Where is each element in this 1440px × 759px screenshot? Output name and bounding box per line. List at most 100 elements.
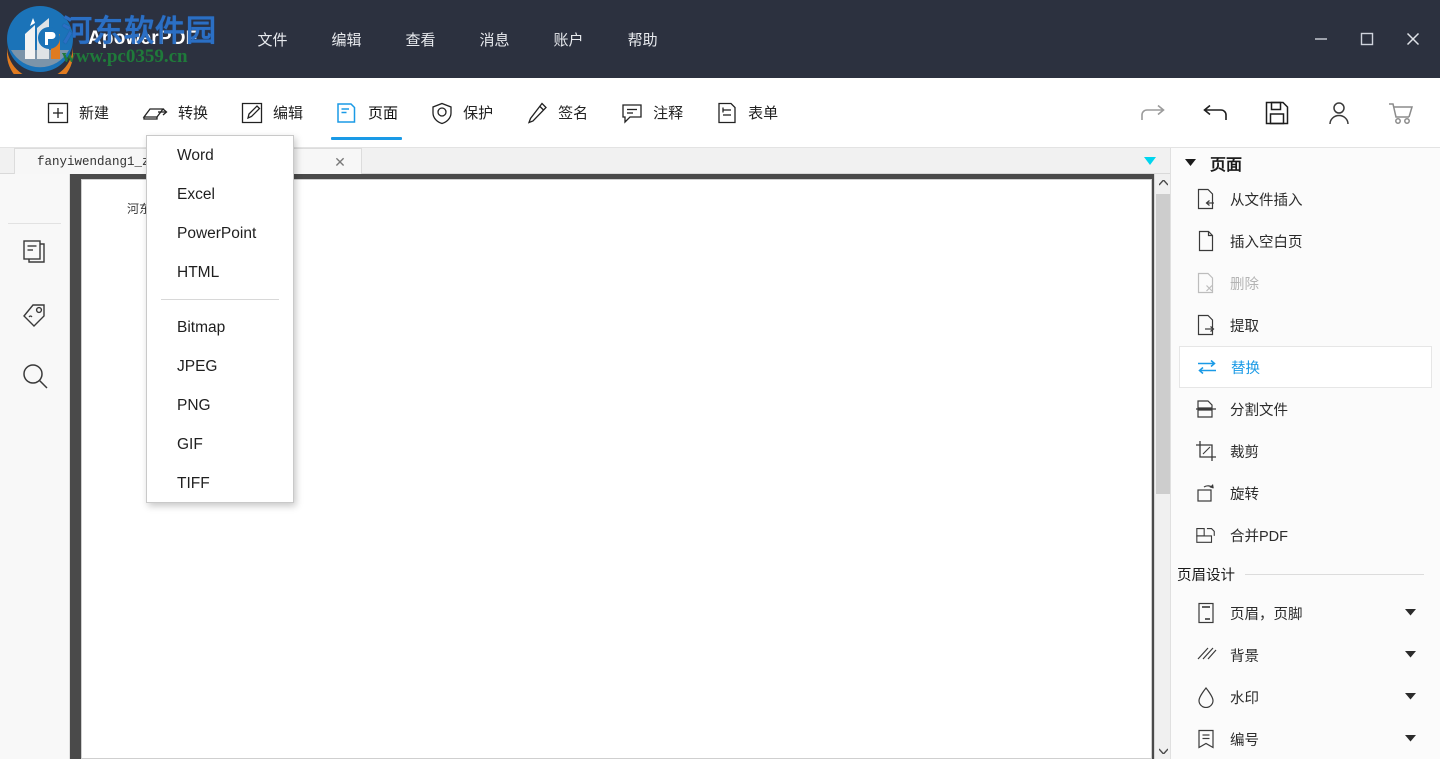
- panel-item-watermark[interactable]: 水印: [1171, 676, 1440, 718]
- panel-item-rotate[interactable]: 旋转: [1171, 472, 1440, 514]
- ribbon-tab-protect-label: 保护: [463, 102, 493, 123]
- menu-option-png[interactable]: PNG: [147, 386, 293, 425]
- panel-header[interactable]: 页面: [1171, 148, 1440, 178]
- menu-option-gif[interactable]: GIF: [147, 425, 293, 464]
- header-footer-icon: [1195, 602, 1217, 624]
- panel-item-label: 提取: [1230, 315, 1259, 336]
- numbering-icon: [1195, 728, 1217, 750]
- pen-icon: [525, 101, 549, 125]
- save-icon[interactable]: [1260, 96, 1294, 130]
- panel-item-label: 旋转: [1230, 483, 1259, 504]
- background-icon: [1195, 644, 1217, 666]
- cart-icon[interactable]: [1384, 96, 1418, 130]
- panel-item-label: 插入空白页: [1230, 231, 1303, 252]
- close-icon[interactable]: ✕: [331, 153, 349, 171]
- chevron-down-icon[interactable]: [1405, 609, 1416, 616]
- ribbon-tab-comment[interactable]: 注释: [604, 83, 699, 143]
- ribbon-tabs: 新建 转换: [30, 83, 794, 143]
- section-header-header-design: 页眉设计: [1171, 556, 1440, 592]
- panel-item-label: 删除: [1230, 273, 1259, 294]
- panel-item-merge-pdf[interactable]: 合并PDF: [1171, 514, 1440, 556]
- menu-item-view[interactable]: 查看: [384, 23, 458, 56]
- menu-option-html[interactable]: HTML: [147, 253, 293, 292]
- chevron-down-icon[interactable]: [1185, 159, 1196, 167]
- menu-item-edit[interactable]: 编辑: [310, 23, 384, 56]
- app-title: ApowerPDF: [88, 28, 197, 50]
- panel-item-replace[interactable]: 替换: [1179, 346, 1432, 388]
- panel-item-split-file[interactable]: 分割文件: [1171, 388, 1440, 430]
- ribbon-tab-protect[interactable]: 保护: [414, 83, 509, 143]
- maximize-button[interactable]: [1344, 19, 1390, 59]
- search-icon[interactable]: [0, 348, 70, 404]
- redo-icon[interactable]: [1136, 96, 1170, 130]
- menu-item-help[interactable]: 帮助: [606, 23, 680, 56]
- page-tools-panel: 页面 从文件插入 插入空白页 删除 提取: [1170, 148, 1440, 759]
- menu-option-bitmap[interactable]: Bitmap: [147, 308, 293, 347]
- section-divider: [1245, 574, 1424, 575]
- bookmark-tag-icon[interactable]: [0, 286, 70, 342]
- panel-item-header-footer[interactable]: 页眉，页脚: [1171, 592, 1440, 634]
- rotate-icon: [1195, 482, 1217, 504]
- menu-item-account[interactable]: 账户: [532, 23, 606, 56]
- scroll-up-icon[interactable]: [1155, 174, 1171, 191]
- panel-item-crop[interactable]: 裁剪: [1171, 430, 1440, 472]
- undo-icon[interactable]: [1198, 96, 1232, 130]
- menu-bar: 文件 编辑 查看 消息 账户 帮助: [235, 23, 679, 56]
- menu-option-word[interactable]: Word: [147, 136, 293, 175]
- merge-pdf-icon: [1195, 524, 1217, 546]
- convert-dropdown-menu[interactable]: Word Excel PowerPoint HTML Bitmap JPEG P…: [146, 135, 294, 503]
- menu-option-tiff[interactable]: TIFF: [147, 464, 293, 503]
- panel-item-label: 替换: [1231, 357, 1260, 378]
- thumbnails-icon[interactable]: [0, 224, 70, 280]
- panel-item-label: 裁剪: [1230, 441, 1259, 462]
- minimize-button[interactable]: [1298, 19, 1344, 59]
- panel-item-extract[interactable]: 提取: [1171, 304, 1440, 346]
- menu-option-jpeg[interactable]: JPEG: [147, 347, 293, 386]
- ribbon-tab-convert[interactable]: 转换: [125, 83, 224, 143]
- convert-icon: [141, 101, 169, 125]
- active-tab-underline: [331, 137, 402, 140]
- scrollbar-thumb[interactable]: [1156, 194, 1170, 494]
- close-button[interactable]: [1390, 19, 1436, 59]
- ribbon-tab-comment-label: 注释: [653, 102, 683, 123]
- split-file-icon: [1195, 398, 1217, 420]
- panel-item-numbering[interactable]: 编号: [1171, 718, 1440, 759]
- chevron-down-icon[interactable]: [1405, 651, 1416, 658]
- menu-option-powerpoint[interactable]: PowerPoint: [147, 214, 293, 253]
- ribbon-tab-new[interactable]: 新建: [30, 83, 125, 143]
- scroll-down-icon[interactable]: [1155, 742, 1171, 759]
- watermark-logo-icon: [5, 4, 75, 74]
- panel-item-label: 水印: [1230, 687, 1259, 708]
- menu-item-file[interactable]: 文件: [235, 23, 309, 56]
- panel-item-label: 背景: [1230, 645, 1259, 666]
- ribbon-tab-new-label: 新建: [79, 102, 109, 123]
- menu-item-message[interactable]: 消息: [458, 23, 532, 56]
- account-icon[interactable]: [1322, 96, 1356, 130]
- vertical-scrollbar[interactable]: [1154, 174, 1170, 759]
- chevron-down-icon[interactable]: [1405, 693, 1416, 700]
- panel-item-background[interactable]: 背景: [1171, 634, 1440, 676]
- ribbon-tab-page[interactable]: 页面: [319, 83, 414, 143]
- panel-item-label: 合并PDF: [1230, 525, 1288, 546]
- menu-option-excel[interactable]: Excel: [147, 175, 293, 214]
- panel-item-insert-blank-page[interactable]: 插入空白页: [1171, 220, 1440, 262]
- page-icon: [335, 101, 359, 125]
- apowerpdf-window: ApowerPDF 文件 编辑 查看 消息 账户 帮助: [0, 0, 1440, 759]
- left-side-rail: [0, 174, 70, 759]
- chevron-down-icon[interactable]: [1142, 154, 1158, 168]
- quick-actions: [1136, 78, 1418, 148]
- ribbon-tab-sign[interactable]: 签名: [509, 83, 604, 143]
- ribbon-tab-edit[interactable]: 编辑: [224, 83, 319, 143]
- ribbon-tab-form[interactable]: 表单: [699, 83, 794, 143]
- extract-page-icon: [1195, 314, 1217, 336]
- insert-from-file-icon: [1195, 188, 1217, 210]
- panel-item-delete[interactable]: 删除: [1171, 262, 1440, 304]
- comment-icon: [620, 101, 644, 125]
- ribbon-tab-convert-label: 转换: [178, 102, 208, 123]
- panel-item-insert-from-file[interactable]: 从文件插入: [1171, 178, 1440, 220]
- shield-icon: [430, 101, 454, 125]
- panel-item-label: 页眉，页脚: [1230, 603, 1303, 624]
- ribbon-tab-edit-label: 编辑: [273, 102, 303, 123]
- panel-title: 页面: [1210, 151, 1242, 175]
- chevron-down-icon[interactable]: [1405, 735, 1416, 742]
